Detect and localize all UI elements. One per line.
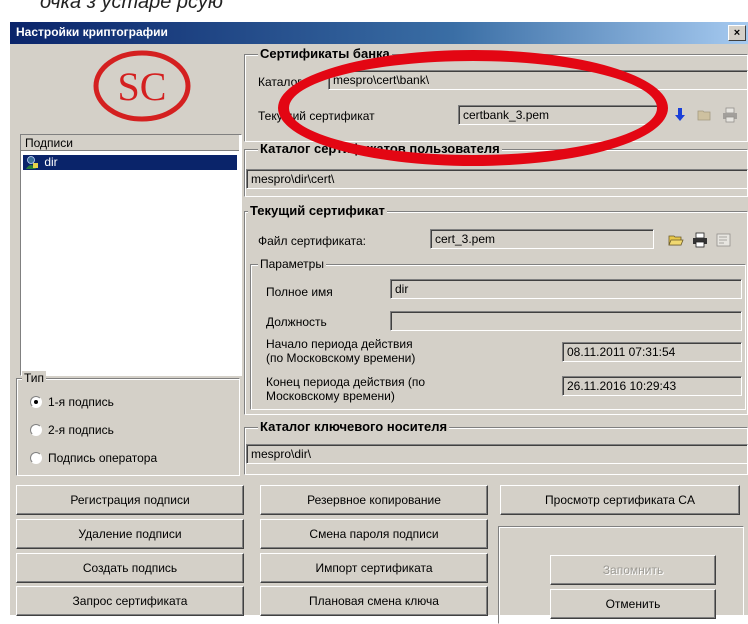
radio-operator-signature[interactable] bbox=[30, 452, 42, 464]
full-name-field[interactable]: dir bbox=[390, 279, 742, 299]
key-catalog-field[interactable]: mespro\dir\ bbox=[246, 444, 748, 464]
request-certificate-button[interactable]: Запрос сертификата bbox=[16, 586, 244, 616]
list-item[interactable]: dir bbox=[23, 155, 237, 170]
start-period-label-2: (по Московскому времени) bbox=[266, 351, 416, 365]
start-period-field[interactable]: 08.11.2011 07:31:54 bbox=[562, 342, 742, 362]
radio-operator-signature-label[interactable]: Подпись оператора bbox=[48, 451, 157, 465]
title-bar[interactable]: Настройки криптографии × bbox=[10, 22, 748, 44]
background-caption: очка з устаре рсую bbox=[40, 0, 223, 13]
current-cert-legend: Текущий сертификат bbox=[248, 203, 387, 218]
change-password-button[interactable]: Смена пароля подписи bbox=[260, 519, 488, 549]
printer-icon[interactable] bbox=[722, 107, 738, 123]
signatures-list[interactable]: Подписи dir bbox=[20, 134, 242, 376]
register-signature-button[interactable]: Регистрация подписи bbox=[16, 485, 244, 515]
cert-file-field[interactable]: cert_3.pem bbox=[430, 229, 654, 249]
radio-second-signature-label[interactable]: 2-я подпись bbox=[48, 423, 114, 437]
window-title: Настройки криптографии bbox=[16, 25, 168, 39]
printer-icon[interactable] bbox=[692, 232, 708, 248]
full-name-label: Полное имя bbox=[266, 285, 333, 299]
type-legend: Тип bbox=[22, 371, 47, 385]
key-catalog-legend: Каталог ключевого носителя bbox=[258, 419, 450, 434]
folder-open-icon[interactable] bbox=[697, 107, 713, 123]
user-certs-field[interactable]: mespro\dir\cert\ bbox=[246, 169, 748, 189]
end-period-label-2: Московскому времени) bbox=[266, 389, 395, 403]
radio-first-signature-label[interactable]: 1-я подпись bbox=[48, 395, 114, 409]
import-certificate-button[interactable]: Импорт сертификата bbox=[260, 553, 488, 583]
save-button[interactable]: Запомнить bbox=[550, 555, 716, 585]
end-period-field[interactable]: 26.11.2016 10:29:43 bbox=[562, 376, 742, 396]
signatures-list-header[interactable]: Подписи bbox=[21, 135, 239, 151]
annotation-oval bbox=[278, 50, 668, 166]
position-field[interactable] bbox=[390, 311, 742, 331]
key-change-button[interactable]: Плановая смена ключа bbox=[260, 586, 488, 616]
start-period-label-1: Начало периода действия bbox=[266, 337, 413, 351]
radio-first-signature[interactable] bbox=[30, 396, 42, 408]
certificate-icon[interactable] bbox=[716, 232, 732, 248]
folder-open-icon[interactable] bbox=[668, 232, 684, 248]
view-ca-certificate-button[interactable]: Просмотр сертификата CA bbox=[500, 485, 740, 515]
params-legend: Параметры bbox=[258, 257, 326, 271]
list-item-label: dir bbox=[44, 155, 58, 170]
download-arrow-icon[interactable] bbox=[672, 107, 688, 123]
cert-file-label: Файл сертификата: bbox=[258, 234, 366, 248]
logo-text: SC bbox=[118, 64, 167, 109]
user-certificate-icon bbox=[26, 156, 38, 170]
position-label: Должность bbox=[266, 315, 327, 329]
create-signature-button[interactable]: Создать подпись bbox=[16, 553, 244, 583]
close-button[interactable]: × bbox=[728, 25, 746, 41]
background-document-strip: очка з устаре рсую bbox=[0, 0, 748, 24]
radio-second-signature[interactable] bbox=[30, 424, 42, 436]
backup-button[interactable]: Резервное копирование bbox=[260, 485, 488, 515]
logo-sc: SC bbox=[93, 50, 191, 122]
delete-signature-button[interactable]: Удаление подписи bbox=[16, 519, 244, 549]
end-period-label-1: Конец периода действия (по bbox=[266, 375, 426, 389]
